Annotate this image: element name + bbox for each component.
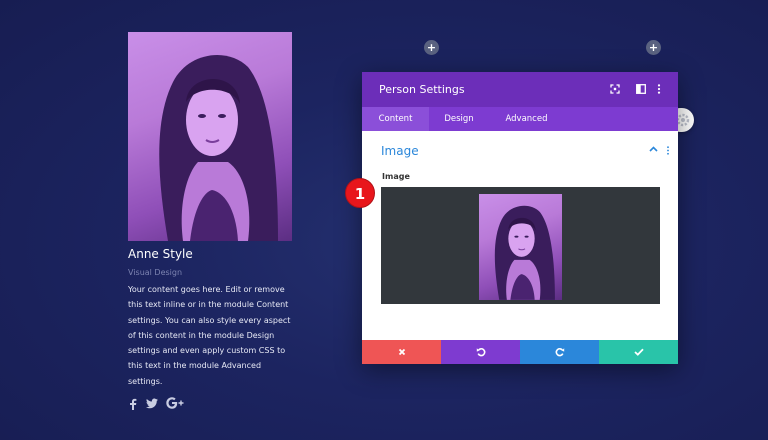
image-upload-field[interactable] — [381, 187, 660, 304]
bio-line: of this content in the module Design — [128, 330, 275, 340]
person-name: Anne Style — [128, 247, 193, 261]
bio-line: settings. You can also style every aspec… — [128, 315, 291, 325]
person-settings-modal: Person Settings Content Design Advanced … — [362, 72, 678, 364]
modal-title: Person Settings — [379, 83, 465, 96]
person-position: Visual Design — [128, 268, 183, 277]
bio-line: this text in the module Advanced — [128, 361, 262, 371]
modal-header: Person Settings — [362, 72, 678, 107]
save-button[interactable] — [599, 340, 678, 364]
add-module-button[interactable]: + — [646, 40, 661, 55]
close-icon — [398, 348, 405, 356]
cancel-button[interactable] — [362, 340, 441, 364]
modal-tabs: Content Design Advanced — [362, 107, 678, 131]
chevron-up-icon[interactable] — [649, 146, 658, 152]
undo-icon — [476, 347, 485, 357]
person-bio: Your content goes here. Edit or remove t… — [128, 282, 298, 389]
expand-icon[interactable] — [610, 84, 620, 94]
twitter-icon[interactable] — [146, 398, 158, 409]
image-field-label: Image — [382, 172, 410, 181]
section-more-icon[interactable] — [666, 146, 670, 155]
bio-line: settings. — [128, 376, 163, 386]
bio-line: this text inline or in the module Conten… — [128, 300, 289, 310]
redo-button[interactable] — [520, 340, 599, 364]
section-title[interactable]: Image — [381, 144, 419, 158]
image-thumbnail — [479, 194, 562, 300]
google-plus-icon[interactable] — [166, 397, 184, 409]
facebook-icon[interactable] — [129, 398, 137, 410]
bio-line: Your content goes here. Edit or remove — [128, 285, 285, 294]
more-options-icon[interactable] — [657, 84, 661, 94]
gear-icon — [676, 113, 690, 127]
step-badge: 1 — [345, 178, 375, 208]
redo-icon — [555, 347, 564, 357]
tab-design[interactable]: Design — [429, 107, 489, 131]
check-icon — [633, 348, 644, 356]
sidebar-icon[interactable] — [636, 84, 646, 94]
undo-button[interactable] — [441, 340, 520, 364]
bio-line: settings and even apply custom CSS to — [128, 346, 286, 356]
person-photo — [128, 32, 292, 241]
add-row-button[interactable]: + — [424, 40, 439, 55]
tab-advanced[interactable]: Advanced — [489, 107, 564, 131]
tab-content[interactable]: Content — [362, 107, 429, 131]
modal-footer — [362, 340, 678, 364]
